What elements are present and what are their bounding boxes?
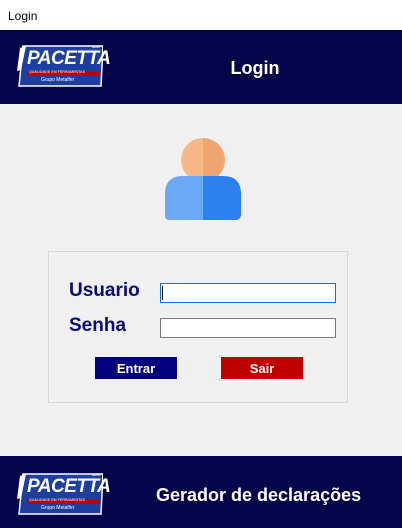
logo-group: Grupo Metalfer xyxy=(41,77,75,83)
logo-mark: desde xyxy=(91,45,100,49)
enter-button[interactable]: Entrar xyxy=(95,357,177,379)
footer-bar: PACETTA Qualidade em Ferramentas Grupo M… xyxy=(0,456,402,528)
logo-mark: desde xyxy=(91,473,100,477)
header-bar: PACETTA Qualidade em Ferramentas Grupo M… xyxy=(0,30,402,104)
username-label: Usuario xyxy=(69,280,140,301)
password-label: Senha xyxy=(69,315,127,336)
window-title: Login xyxy=(8,9,38,23)
pacetta-logo: PACETTA Qualidade em Ferramentas Grupo M… xyxy=(17,44,111,88)
logo-tagline: Qualidade em Ferramentas xyxy=(29,70,86,74)
login-form: Usuario Senha Entrar Sair xyxy=(48,251,348,403)
exit-button[interactable]: Sair xyxy=(221,357,303,379)
logo-tagline: Qualidade em Ferramentas xyxy=(29,498,86,502)
user-icon xyxy=(163,132,243,220)
logo-group: Grupo Metalfer xyxy=(41,505,75,511)
logo-brand: PACETTA xyxy=(27,48,111,69)
password-field[interactable] xyxy=(160,318,336,338)
username-field[interactable] xyxy=(160,283,336,303)
window-titlebar: Login xyxy=(0,0,402,30)
pacetta-logo: PACETTA Qualidade em Ferramentas Grupo M… xyxy=(17,472,111,516)
app-name: Gerador de declarações xyxy=(156,485,362,505)
logo-brand: PACETTA xyxy=(27,476,111,497)
page-title: Login xyxy=(230,58,280,78)
text-caret xyxy=(162,286,163,300)
